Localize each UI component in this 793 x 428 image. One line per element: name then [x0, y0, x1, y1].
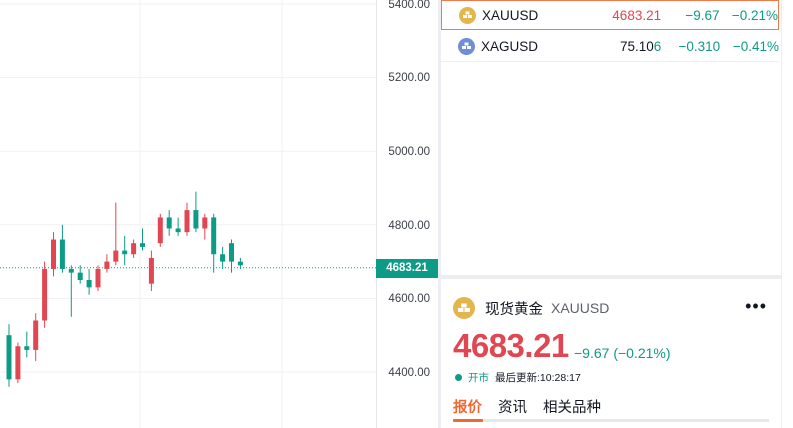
candle-body: [59, 239, 65, 269]
candle[interactable]: [166, 210, 172, 236]
candle-body: [184, 210, 190, 233]
candle[interactable]: [237, 257, 243, 269]
candle[interactable]: [113, 202, 119, 266]
candle-body: [131, 243, 137, 255]
watchlist-symbol: XAGUSD: [481, 38, 539, 54]
watchlist-last-price: 4683.21: [567, 8, 661, 23]
candle-body: [175, 228, 181, 233]
price-axis-label: 4600.00: [388, 293, 430, 305]
candle[interactable]: [220, 246, 226, 269]
watchlist-symbol: XAUUSD: [482, 7, 539, 23]
candle[interactable]: [95, 265, 101, 292]
candle[interactable]: [131, 239, 137, 258]
current-price-tag: 4683.21: [376, 259, 438, 278]
price-chart[interactable]: [0, 0, 376, 428]
watchlist-row-xagusd[interactable]: XAGUSD 75.106 −0.310 −0.41%: [441, 31, 779, 61]
candle-body: [95, 268, 101, 288]
right-sidebar-edge: [781, 0, 793, 428]
candle-body: [157, 217, 163, 244]
candle-body: [86, 280, 92, 288]
watchlist-row-xauusd[interactable]: XAUUSD 4683.21 −9.67 −0.21%: [441, 0, 779, 30]
candle-body: [166, 217, 172, 229]
more-options-icon[interactable]: •••: [745, 297, 767, 315]
candle-body: [51, 239, 56, 269]
tab-news[interactable]: 资讯: [498, 396, 527, 417]
price-axis-label: 5000.00: [388, 146, 430, 158]
candle[interactable]: [33, 313, 39, 361]
symbol-details-panel: 现货黄金 XAUUSD ••• 4683.21 −9.67 (−0.21%) 开…: [441, 279, 781, 428]
market-open-label: 开市: [468, 372, 489, 384]
candle[interactable]: [42, 261, 48, 328]
price-axis-label: 4800.00: [388, 220, 430, 232]
watchlist-last-price: 75.106: [566, 39, 661, 54]
candle-body: [237, 261, 243, 266]
watchlist-change-percent: −0.21%: [731, 7, 779, 23]
candle-body: [6, 335, 12, 380]
candle-body: [193, 210, 199, 229]
candle[interactable]: [122, 235, 128, 266]
candle[interactable]: [211, 213, 217, 273]
last-price-text: 4683.21: [612, 7, 662, 23]
candle-body: [42, 268, 48, 321]
candle[interactable]: [15, 342, 21, 384]
candle[interactable]: [6, 324, 12, 387]
details-tabs: 报价 资讯 相关品种: [453, 396, 617, 417]
gold-bars-icon: [459, 6, 476, 24]
candle-body: [113, 250, 119, 262]
last-price-tail: 6: [653, 38, 662, 54]
candle-body: [68, 268, 74, 273]
details-header: 现货黄金 XAUUSD: [453, 297, 609, 319]
price-axis-label: 4400.00: [388, 367, 430, 379]
candle-body: [122, 250, 128, 255]
candle-body: [211, 217, 217, 255]
candle-body: [140, 243, 145, 247]
price-axis-label: 5200.00: [388, 72, 430, 84]
candle[interactable]: [184, 202, 190, 236]
tab-track: [453, 419, 769, 422]
candle[interactable]: [229, 239, 234, 273]
market-status: 开市 最后更新:10:28:17: [455, 370, 581, 385]
symbol-code: XAUUSD: [551, 300, 610, 316]
watchlist-change: −9.67: [685, 7, 720, 23]
tab-related[interactable]: 相关品种: [543, 396, 601, 417]
candle[interactable]: [202, 213, 208, 240]
candle[interactable]: [68, 265, 74, 317]
candle-body: [33, 320, 39, 350]
candle[interactable]: [148, 250, 154, 292]
candle-body: [202, 217, 208, 229]
candle[interactable]: [59, 224, 65, 273]
watchlist-change-percent: −0.41%: [732, 38, 779, 54]
price-axis-label: 5400.00: [388, 0, 430, 11]
candle[interactable]: [104, 254, 110, 273]
last-price-text: 75.10: [620, 38, 654, 54]
candle[interactable]: [157, 213, 163, 247]
candle-body: [104, 261, 110, 269]
status-dot-icon: [455, 374, 462, 381]
candle-body: [77, 272, 83, 280]
details-change: −9.67 (−0.21%): [574, 345, 671, 361]
candle-body: [229, 243, 234, 262]
active-tab-indicator: [453, 419, 483, 422]
candle[interactable]: [51, 232, 56, 277]
candle-body: [24, 346, 30, 350]
silver-bars-icon: [458, 37, 475, 55]
row-separator: [441, 61, 779, 62]
candle-body: [220, 254, 226, 262]
candle[interactable]: [86, 268, 92, 295]
symbol-name: 现货黄金: [485, 301, 543, 318]
candle[interactable]: [175, 217, 181, 236]
candle[interactable]: [193, 191, 199, 233]
gold-bars-icon: [453, 297, 475, 319]
details-price: 4683.21: [453, 327, 569, 364]
last-updated-label: 最后更新:10:28:17: [495, 372, 581, 384]
price-axis[interactable]: 5400.00 5200.00 5000.00 4800.00 4600.00 …: [376, 0, 438, 428]
candle-body: [15, 346, 21, 380]
tab-quote[interactable]: 报价: [453, 396, 482, 417]
candle[interactable]: [24, 331, 30, 358]
watchlist: XAUUSD 4683.21 −9.67 −0.21% XAGUSD 75.10…: [441, 0, 781, 278]
candlestick-chart-svg: [0, 0, 376, 428]
candle[interactable]: [140, 228, 145, 251]
watchlist-change: −0.310: [678, 38, 721, 54]
candle-body: [148, 257, 154, 284]
